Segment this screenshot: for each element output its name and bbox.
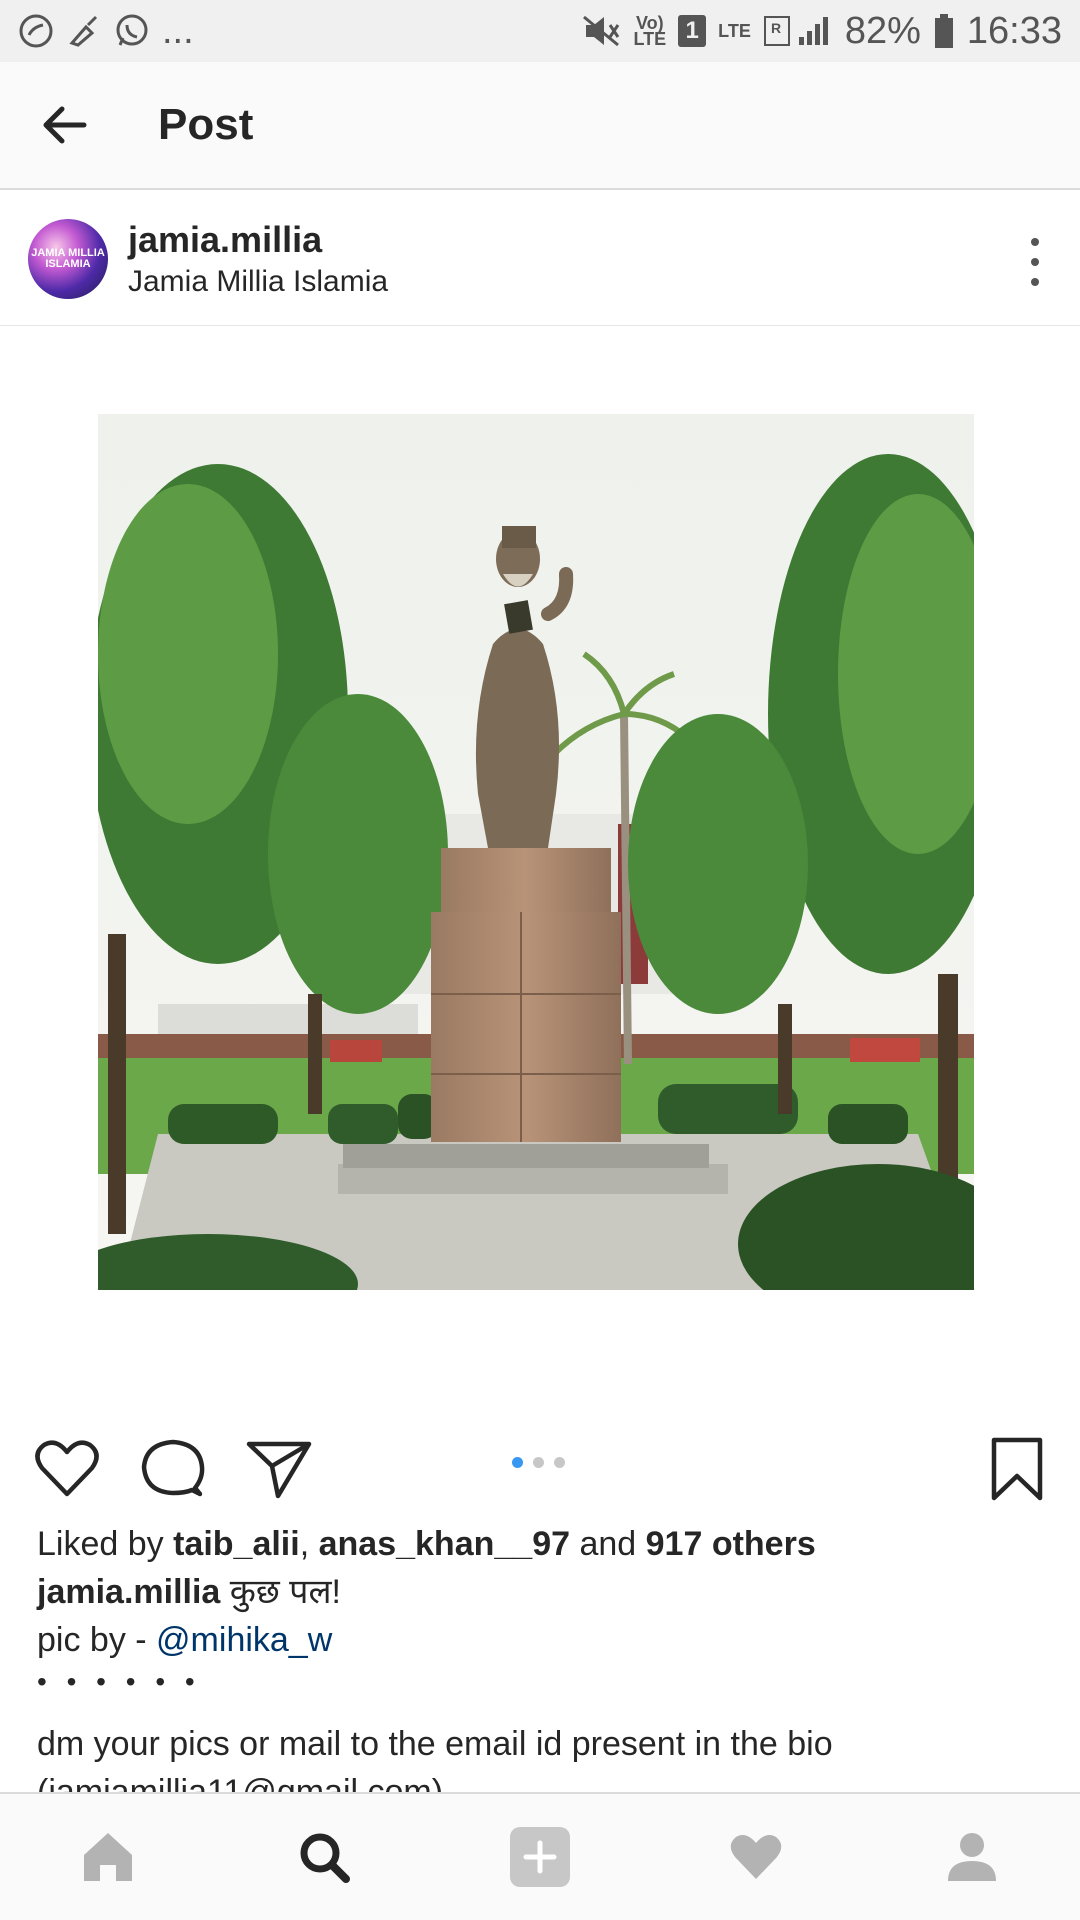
- lte-badge: LTE: [718, 21, 751, 41]
- back-button[interactable]: [34, 95, 94, 155]
- caption-more: dm your pics or mail to the email id pre…: [37, 1720, 1047, 1792]
- volte-bottom: LTE: [633, 29, 667, 49]
- avatar-text: JAMIA MILLIA ISLAMIA: [31, 246, 105, 270]
- more-notifications: ...: [162, 9, 194, 52]
- carousel-dot: [533, 1457, 544, 1468]
- more-dot: [1031, 258, 1039, 266]
- cleaner-icon: [69, 15, 98, 47]
- nav-add[interactable]: [500, 1817, 580, 1897]
- battery-percent: 82%: [844, 9, 921, 52]
- caption-dm-line: dm your pics or mail to the email id pre…: [37, 1725, 833, 1763]
- more-dot: [1031, 278, 1039, 286]
- liker-2[interactable]: anas_khan__97: [319, 1525, 570, 1563]
- post-caption: Liked by taib_alii, anas_khan__97 and 91…: [37, 1520, 1047, 1700]
- profile-icon: [948, 1833, 996, 1881]
- carousel-dot: [554, 1457, 565, 1468]
- nav-search[interactable]: [284, 1817, 364, 1897]
- back-arrow-icon: [43, 106, 87, 144]
- carousel-indicator: [512, 1457, 565, 1468]
- status-bar: ... Vo) LTE 1 LTE R 82% 16:33: [0, 0, 1080, 62]
- carousel-dot: [512, 1457, 523, 1468]
- user-block: jamia.millia Jamia Millia Islamia: [128, 219, 388, 299]
- likes-separator: ,: [299, 1525, 319, 1563]
- caption-email-line: (jamiamillia11@gmail.com): [37, 1773, 444, 1792]
- status-right: Vo) LTE 1 LTE R 82% 16:33: [582, 9, 1062, 53]
- like-icon[interactable]: [34, 1436, 100, 1502]
- caption-bullets: • • • • • •: [37, 1666, 201, 1697]
- battery-icon: [934, 14, 953, 48]
- credit-handle[interactable]: @mihika_w: [156, 1621, 332, 1659]
- roaming-label: R: [771, 20, 781, 36]
- bottom-nav: [0, 1792, 1080, 1920]
- bookmark-icon[interactable]: [984, 1436, 1050, 1502]
- search-icon: [300, 1833, 350, 1883]
- missed-call-icon: [19, 14, 53, 48]
- more-dot: [1031, 238, 1039, 246]
- statue-scene-image: [98, 414, 974, 1290]
- liker-1[interactable]: taib_alii: [173, 1525, 300, 1563]
- signal-roaming-icon: R: [763, 16, 828, 46]
- post-photo[interactable]: [98, 414, 974, 1290]
- sim-badge: 1: [678, 15, 707, 47]
- page-title: Post: [158, 100, 254, 149]
- likes-count[interactable]: 917 others: [646, 1525, 816, 1563]
- nav-activity[interactable]: [716, 1817, 796, 1897]
- top-bar: Post: [0, 62, 1080, 190]
- nav-profile[interactable]: [932, 1817, 1012, 1897]
- mute-icon: [582, 15, 619, 47]
- home-icon: [84, 1833, 132, 1881]
- volte-badge: Vo) LTE: [633, 14, 667, 49]
- credit-prefix: pic by -: [37, 1621, 157, 1659]
- likes-line[interactable]: Liked by taib_alii, anas_khan__97 and 91…: [37, 1520, 1047, 1568]
- caption-text: कुछ पल!: [220, 1573, 341, 1611]
- status-left: ...: [18, 10, 194, 53]
- credit-line: pic by - @mihika_w: [37, 1616, 1047, 1664]
- whatsapp-icon: [116, 14, 148, 46]
- post-username[interactable]: jamia.millia: [128, 219, 388, 261]
- caption-line: jamia.millia कुछ पल!: [37, 1568, 1047, 1616]
- comment-icon[interactable]: [140, 1436, 206, 1502]
- post-media[interactable]: [0, 326, 1080, 1404]
- likes-and: and: [570, 1525, 646, 1563]
- caption-username[interactable]: jamia.millia: [37, 1573, 220, 1611]
- nav-home[interactable]: [68, 1817, 148, 1897]
- post-location[interactable]: Jamia Millia Islamia: [128, 265, 388, 299]
- add-icon: [510, 1827, 570, 1887]
- avatar[interactable]: JAMIA MILLIA ISLAMIA: [28, 218, 108, 299]
- clock: 16:33: [966, 9, 1062, 52]
- heart-icon: [730, 1835, 782, 1879]
- more-options-button[interactable]: [1020, 232, 1050, 292]
- share-icon[interactable]: [246, 1436, 312, 1502]
- post-header: JAMIA MILLIA ISLAMIA jamia.millia Jamia …: [0, 192, 1080, 326]
- likes-prefix: Liked by: [37, 1525, 174, 1563]
